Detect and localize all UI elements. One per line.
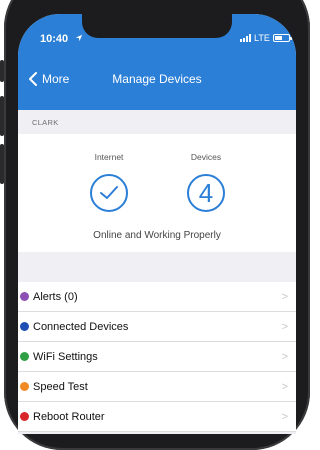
wifi-settings-dot-icon <box>20 352 29 361</box>
menu-item-label: Connected Devices <box>33 320 129 333</box>
connection-status-text: Online and Working Properly <box>93 230 221 241</box>
reboot-router-dot-icon <box>20 412 29 421</box>
network-status-card: Internet Devices 4 Online and Working Pr… <box>18 134 296 252</box>
app-screen: 10:40 LTE More Manage Devices CLARK Inte… <box>18 14 296 434</box>
menu-item-speed-test[interactable]: Speed Test > <box>18 372 296 402</box>
internet-status-circle <box>90 174 128 212</box>
alerts-dot-icon <box>20 292 29 301</box>
header-bar: 10:40 LTE More Manage Devices <box>18 14 296 110</box>
menu-item-reboot-router[interactable]: Reboot Router > <box>18 402 296 432</box>
phone-volume-button <box>0 144 4 184</box>
battery-icon <box>272 34 292 42</box>
chevron-right-icon: > <box>281 350 288 363</box>
menu-item-label: WiFi Settings <box>33 350 98 363</box>
menu-item-connected-devices[interactable]: Connected Devices > <box>18 312 296 342</box>
checkmark-icon <box>100 186 118 199</box>
section-label: CLARK <box>32 118 59 127</box>
devices-label: Devices <box>190 152 222 162</box>
status-indicators: LTE <box>240 33 292 43</box>
speed-test-dot-icon <box>20 382 29 391</box>
location-arrow-icon <box>75 34 83 42</box>
menu-item-label: Speed Test <box>33 380 88 393</box>
chevron-right-icon: > <box>281 410 288 423</box>
devices-count-circle[interactable]: 4 <box>187 174 225 212</box>
phone-notch <box>82 14 232 38</box>
chevron-right-icon: > <box>281 380 288 393</box>
network-type: LTE <box>254 33 270 43</box>
menu-item-wifi-settings[interactable]: WiFi Settings > <box>18 342 296 372</box>
connected-devices-dot-icon <box>20 322 29 331</box>
device-count: 4 <box>198 178 214 208</box>
menu-list: Alerts (0) > Connected Devices > WiFi Se… <box>18 282 296 432</box>
chevron-right-icon: > <box>281 320 288 333</box>
menu-item-alerts[interactable]: Alerts (0) > <box>18 282 296 312</box>
chevron-right-icon: > <box>281 290 288 303</box>
signal-icon <box>240 34 251 42</box>
page-title: Manage Devices <box>112 72 202 86</box>
menu-item-label: Alerts (0) <box>33 290 78 303</box>
internet-label: Internet <box>94 152 124 162</box>
menu-item-label: Reboot Router <box>33 410 105 423</box>
battery-level <box>274 36 282 40</box>
phone-side-button <box>0 60 4 82</box>
status-time: 10:40 <box>40 33 69 45</box>
phone-volume-button <box>0 96 4 136</box>
